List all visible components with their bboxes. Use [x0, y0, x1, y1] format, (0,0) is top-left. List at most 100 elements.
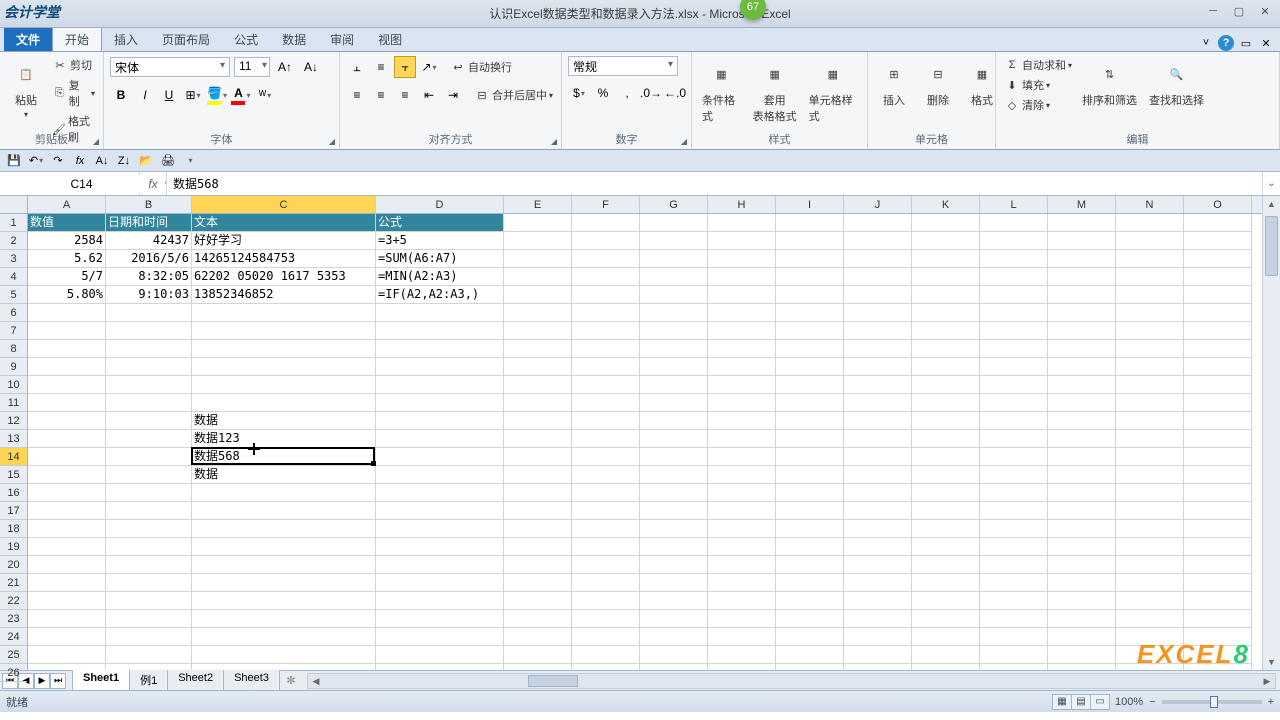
cell-L3[interactable] [980, 250, 1048, 268]
cell-F19[interactable] [572, 538, 640, 556]
row-header-24[interactable]: 24 [0, 628, 27, 646]
row-header-10[interactable]: 10 [0, 376, 27, 394]
cell-N3[interactable] [1116, 250, 1184, 268]
cell-L9[interactable] [980, 358, 1048, 376]
spreadsheet-grid[interactable]: ABCDEFGHIJKLMNO 123456789101112131415161… [0, 196, 1280, 670]
cell-G16[interactable] [640, 484, 708, 502]
fill-button[interactable]: ⬇填充▾ [1002, 76, 1074, 94]
col-header-N[interactable]: N [1116, 196, 1184, 213]
cell-C16[interactable] [192, 484, 376, 502]
cell-F4[interactable] [572, 268, 640, 286]
cell-B13[interactable] [106, 430, 192, 448]
cell-C12[interactable]: 数据 [192, 412, 376, 430]
row-header-16[interactable]: 16 [0, 484, 27, 502]
cell-N17[interactable] [1116, 502, 1184, 520]
cell-N16[interactable] [1116, 484, 1184, 502]
cell-B17[interactable] [106, 502, 192, 520]
number-format-select[interactable]: 常规 [568, 56, 678, 76]
cell-O13[interactable] [1184, 430, 1252, 448]
cell-D5[interactable]: =IF(A2,A2:A3,) [376, 286, 504, 304]
zoom-in-button[interactable]: + [1268, 696, 1274, 708]
cell-B3[interactable]: 2016/5/6 [106, 250, 192, 268]
cell-D6[interactable] [376, 304, 504, 322]
cell-N20[interactable] [1116, 556, 1184, 574]
cell-O20[interactable] [1184, 556, 1252, 574]
cell-I6[interactable] [776, 304, 844, 322]
cell-H5[interactable] [708, 286, 776, 304]
cell-A3[interactable]: 5.62 [28, 250, 106, 268]
cell-L7[interactable] [980, 322, 1048, 340]
cell-C3[interactable]: 14265124584753 [192, 250, 376, 268]
cell-M9[interactable] [1048, 358, 1116, 376]
cell-L2[interactable] [980, 232, 1048, 250]
sheet-tab-3[interactable]: Sheet2 [167, 670, 224, 691]
cell-G22[interactable] [640, 592, 708, 610]
cell-D19[interactable] [376, 538, 504, 556]
cell-B2[interactable]: 42437 [106, 232, 192, 250]
cell-O9[interactable] [1184, 358, 1252, 376]
cell-J2[interactable] [844, 232, 912, 250]
cell-B6[interactable] [106, 304, 192, 322]
cell-J25[interactable] [844, 646, 912, 664]
cell-A5[interactable]: 5.80% [28, 286, 106, 304]
cell-K14[interactable] [912, 448, 980, 466]
cell-O23[interactable] [1184, 610, 1252, 628]
cell-M6[interactable] [1048, 304, 1116, 322]
cell-K19[interactable] [912, 538, 980, 556]
cell-L10[interactable] [980, 376, 1048, 394]
phonetic-button[interactable]: ᵂ [254, 84, 276, 106]
view-layout-button[interactable]: ▤ [1071, 694, 1091, 710]
delete-cells-button[interactable]: ⊟删除 [918, 56, 958, 110]
decrease-indent-button[interactable]: ⇤ [418, 84, 440, 106]
autosum-button[interactable]: Σ自动求和▾ [1002, 56, 1074, 74]
cell-I18[interactable] [776, 520, 844, 538]
cell-E16[interactable] [504, 484, 572, 502]
cell-K1[interactable] [912, 214, 980, 232]
cell-F7[interactable] [572, 322, 640, 340]
cell-B10[interactable] [106, 376, 192, 394]
cell-F1[interactable] [572, 214, 640, 232]
cell-L6[interactable] [980, 304, 1048, 322]
cell-F16[interactable] [572, 484, 640, 502]
cell-B23[interactable] [106, 610, 192, 628]
col-header-O[interactable]: O [1184, 196, 1252, 213]
row-header-1[interactable]: 1 [0, 214, 27, 232]
row-header-18[interactable]: 18 [0, 520, 27, 538]
cell-L1[interactable] [980, 214, 1048, 232]
cell-I14[interactable] [776, 448, 844, 466]
open-button[interactable]: 📂 [136, 152, 156, 170]
cell-A10[interactable] [28, 376, 106, 394]
cell-N15[interactable] [1116, 466, 1184, 484]
cell-H3[interactable] [708, 250, 776, 268]
cell-D18[interactable] [376, 520, 504, 538]
cell-A9[interactable] [28, 358, 106, 376]
print-button[interactable]: 🖨 [158, 152, 178, 170]
cell-G10[interactable] [640, 376, 708, 394]
column-headers[interactable]: ABCDEFGHIJKLMNO [28, 196, 1262, 214]
cell-J8[interactable] [844, 340, 912, 358]
cell-A14[interactable] [28, 448, 106, 466]
cell-styles-button[interactable]: ▦单元格样式 [805, 56, 861, 126]
cell-H7[interactable] [708, 322, 776, 340]
cell-H24[interactable] [708, 628, 776, 646]
col-header-L[interactable]: L [980, 196, 1048, 213]
cell-F13[interactable] [572, 430, 640, 448]
cell-J23[interactable] [844, 610, 912, 628]
cell-A6[interactable] [28, 304, 106, 322]
cell-C9[interactable] [192, 358, 376, 376]
cell-B8[interactable] [106, 340, 192, 358]
cell-K9[interactable] [912, 358, 980, 376]
scroll-right-arrow[interactable]: ▶ [1259, 674, 1275, 688]
cell-M15[interactable] [1048, 466, 1116, 484]
row-header-6[interactable]: 6 [0, 304, 27, 322]
cell-H17[interactable] [708, 502, 776, 520]
cell-G11[interactable] [640, 394, 708, 412]
cell-E1[interactable] [504, 214, 572, 232]
cell-G4[interactable] [640, 268, 708, 286]
sheet-tab-2[interactable]: 例1 [129, 670, 168, 691]
bold-button[interactable]: B [110, 84, 132, 106]
col-header-E[interactable]: E [504, 196, 572, 213]
zoom-out-button[interactable]: − [1149, 696, 1155, 708]
cell-A18[interactable] [28, 520, 106, 538]
vertical-scrollbar[interactable]: ▲ ▼ [1262, 196, 1280, 670]
